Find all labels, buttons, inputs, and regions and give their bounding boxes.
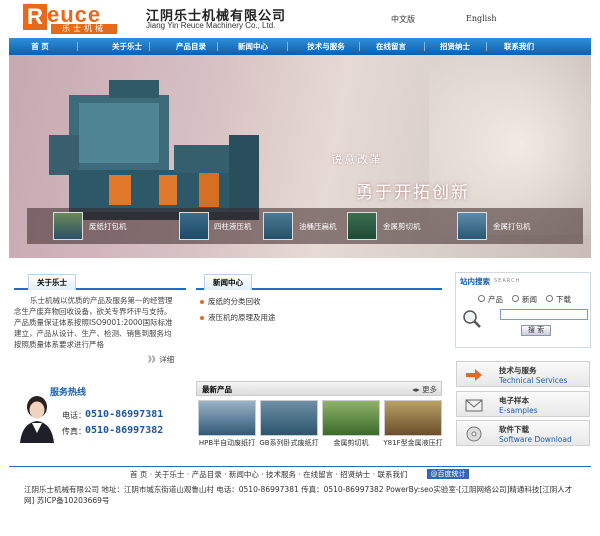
banner-product-label[interactable]: 油桶压扁机 (299, 221, 337, 232)
product-thumb[interactable] (263, 212, 293, 240)
side-link-en: Technical Services (499, 376, 568, 385)
new-product-label[interactable]: 金属剪切机 (320, 438, 382, 448)
nav-products[interactable]: 产品目录 (161, 38, 221, 55)
lang-english-link[interactable]: English (466, 14, 497, 23)
new-product-label[interactable]: HPB半自动废纸打 (196, 438, 258, 448)
side-link-cn: 技术与服务 (499, 366, 537, 375)
logo-subtitle: 乐士机械 (51, 24, 117, 34)
more-arrows-icon: ◂▸ (412, 385, 422, 394)
new-product-image[interactable] (260, 400, 318, 436)
banner-product-label[interactable]: 金属打包机 (493, 221, 531, 232)
lang-chinese-link[interactable]: 中文版 (391, 14, 415, 25)
nav-jobs[interactable]: 招贤纳士 (425, 38, 485, 55)
footer-nav[interactable]: 首 页 · 关于乐士 · 产品目录 · 新闻中心 · 技术服务 · 在线留言 ·… (130, 469, 407, 480)
e-samples-link[interactable]: 电子样本 E-samples (456, 391, 590, 417)
logo-letter: R (23, 4, 47, 30)
side-link-en: E-samples (499, 406, 538, 415)
news-item-text[interactable]: 废纸的分类回收 (208, 297, 261, 306)
arrow-icon (466, 369, 482, 381)
tech-service-link[interactable]: 技术与服务 Technical Services (456, 361, 590, 387)
new-product-image[interactable] (384, 400, 442, 436)
news-item[interactable]: 废纸的分类回收 (200, 296, 261, 307)
baidu-stats-badge[interactable]: @百度统计 (427, 469, 469, 479)
search-option-label: 产品 (488, 295, 503, 304)
main-nav: 首 页 关于乐士 产品目录 新闻中心 技术与服务 在线留言 招贤纳士 联系我们 (9, 38, 591, 55)
fax-number: 0510-86997382 (85, 425, 164, 436)
nav-divider (287, 42, 288, 51)
banner-slogan-1: 锐意改革 (331, 153, 383, 166)
nav-divider (149, 42, 150, 51)
new-products-more-link[interactable]: ◂▸ 更多 (412, 384, 437, 395)
search-radio-products[interactable] (478, 295, 485, 302)
about-text: 乐士机械以优质的产品及服务第一的经营理念生产废弃物回收设备，欲关专界坏评与支持。… (14, 296, 173, 349)
news-title-bar: 新闻中心 (196, 274, 442, 290)
search-icon (463, 310, 481, 328)
search-radio-news[interactable] (512, 295, 519, 302)
product-thumb[interactable] (53, 212, 83, 240)
email-icon (465, 399, 483, 412)
banner-product-strip: 废纸打包机 四柱液压机 油桶压扁机 金属剪切机 金属打包机 (27, 208, 583, 244)
new-product-label[interactable]: GB系列卧式废纸打 (258, 438, 320, 448)
news-item-text[interactable]: 液压机的原理及用途 (208, 313, 276, 322)
banner-product-label[interactable]: 废纸打包机 (89, 221, 127, 232)
company-name-en: Jiang Yin Reuce Machinery Co., Ltd. (146, 21, 276, 30)
about-title-bar: 关于乐士 (14, 274, 186, 290)
hero-banner: 锐意改革 勇于开拓创新 废纸打包机 四柱液压机 油桶压扁机 金属剪切机 金属打包… (9, 55, 591, 258)
nav-about[interactable]: 关于乐士 (99, 38, 155, 55)
about-title: 关于乐士 (28, 274, 76, 290)
new-product-image[interactable] (198, 400, 256, 436)
side-link-en: Software Download (499, 435, 572, 444)
banner-product-label[interactable]: 四柱液压机 (214, 221, 252, 232)
new-products-more-label: 更多 (422, 385, 437, 394)
about-more-link[interactable]: 》》详细 (148, 354, 174, 365)
header: R euce 乐士机械 江阴乐士机械有限公司 Jiang Yin Reuce M… (0, 0, 600, 38)
new-products-title: 最新产品 (202, 385, 232, 394)
search-title: 站内搜索 (460, 277, 490, 286)
news-item[interactable]: 液压机的原理及用途 (200, 312, 276, 323)
nav-message[interactable]: 在线留言 (361, 38, 421, 55)
bullet-icon (200, 300, 204, 304)
footer-info: 江阴乐士机械有限公司 地址：江阴市城东街道山观鲁山村 电话：0510-86997… (24, 485, 573, 505)
side-link-cn: 电子样本 (499, 396, 529, 405)
search-input[interactable] (500, 309, 588, 320)
nav-divider (359, 42, 360, 51)
logo[interactable]: R euce 乐士机械 (23, 2, 123, 34)
new-products-bar: 最新产品 ◂▸ 更多 (196, 381, 442, 396)
nav-contact[interactable]: 联系我们 (487, 38, 551, 55)
banner-slogan-2: 勇于开拓创新 (356, 183, 470, 203)
product-thumb[interactable] (457, 212, 487, 240)
footer-divider (9, 466, 591, 467)
software-download-link[interactable]: 软件下载 Software Download (456, 420, 590, 446)
phone-number: 0510-86997381 (85, 409, 164, 420)
search-subtitle: SEARCH (494, 278, 521, 284)
search-radio-download[interactable] (546, 295, 553, 302)
disc-icon (466, 426, 482, 442)
search-option-label: 新闻 (522, 295, 537, 304)
fax-label: 传真： (62, 427, 86, 436)
nav-divider (77, 42, 78, 51)
product-thumb[interactable] (179, 212, 209, 240)
side-link-cn: 软件下载 (499, 425, 529, 434)
nav-tech-service[interactable]: 技术与服务 (293, 38, 359, 55)
nav-home[interactable]: 首 页 (15, 38, 65, 55)
site-search-panel: 站内搜索 SEARCH 产品 新闻 下载 搜 索 (455, 272, 591, 348)
search-button[interactable]: 搜 索 (521, 325, 551, 336)
product-thumb[interactable] (347, 212, 377, 240)
nav-news[interactable]: 新闻中心 (223, 38, 283, 55)
new-product-label[interactable]: Y81F型金属液压打 (382, 438, 444, 448)
phone-label: 电话： (62, 411, 86, 420)
banner-product-label[interactable]: 金属剪切机 (383, 221, 421, 232)
news-title: 新闻中心 (204, 274, 252, 290)
bullet-icon (200, 316, 204, 320)
nav-divider (217, 42, 218, 51)
service-agent-avatar (20, 396, 54, 443)
new-product-image[interactable] (322, 400, 380, 436)
search-option-label: 下载 (556, 295, 571, 304)
